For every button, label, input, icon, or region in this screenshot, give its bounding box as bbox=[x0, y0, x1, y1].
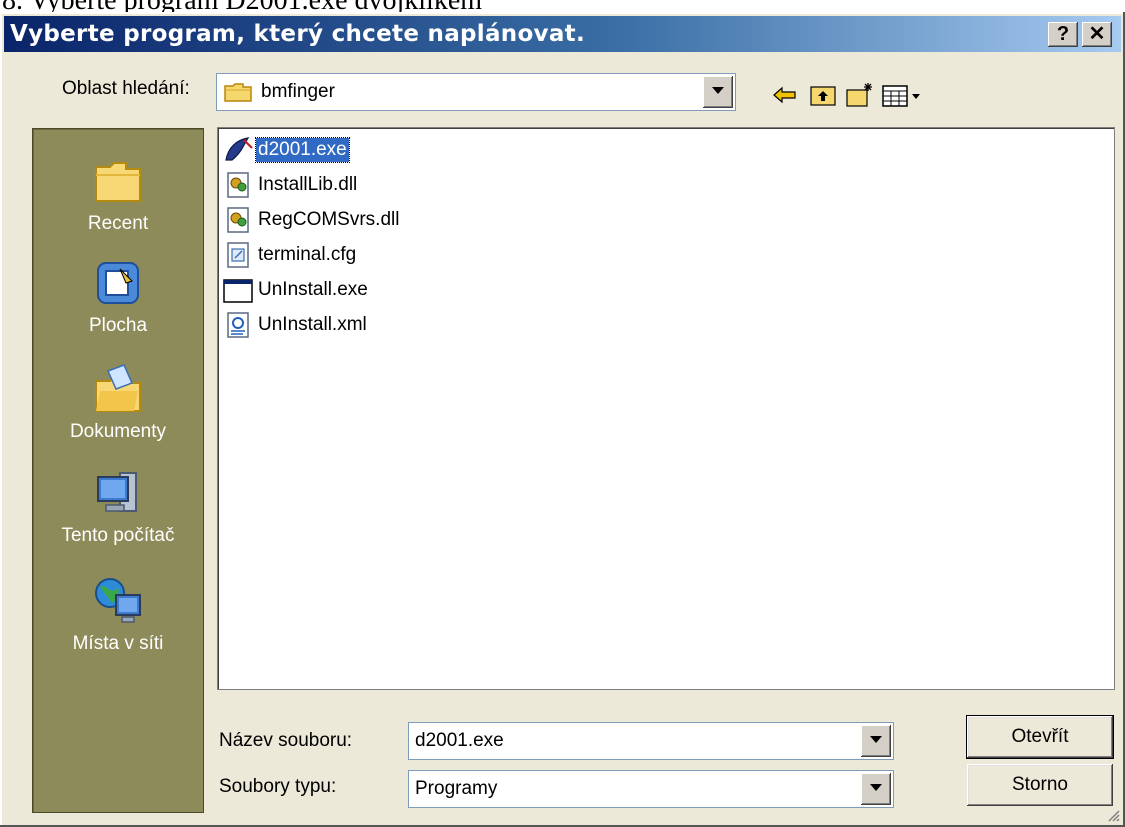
filetype-value: Programy bbox=[415, 778, 498, 799]
place-label: Dokumenty bbox=[69, 421, 167, 442]
place-network[interactable]: Místa v síti bbox=[33, 573, 203, 655]
dll-icon bbox=[227, 207, 249, 233]
new-folder-icon[interactable] bbox=[844, 80, 874, 110]
chevron-down-icon[interactable] bbox=[861, 773, 891, 805]
lookin-label: Oblast hledání: bbox=[62, 78, 190, 99]
file-item-uninstall-exe[interactable]: UnInstall.exe bbox=[222, 275, 370, 305]
place-label: Recent bbox=[87, 213, 149, 234]
place-label: Plocha bbox=[88, 315, 148, 336]
resize-grip-icon[interactable] bbox=[1105, 807, 1121, 823]
computer-icon bbox=[97, 472, 137, 512]
file-item-terminal-cfg[interactable]: terminal.cfg bbox=[222, 240, 358, 270]
network-icon bbox=[95, 578, 141, 623]
chevron-down-icon[interactable] bbox=[703, 76, 733, 108]
lookin-dropdown[interactable]: bmfinger bbox=[216, 73, 736, 111]
filename-label: Název souboru: bbox=[219, 730, 353, 751]
documents-folder-icon bbox=[95, 364, 141, 412]
file-open-dialog: Vyberte program, který chcete naplánovat… bbox=[0, 12, 1125, 827]
xml-file-icon bbox=[227, 312, 249, 338]
place-recent[interactable]: Recent bbox=[33, 153, 203, 235]
filetype-dropdown[interactable]: Programy bbox=[408, 770, 894, 808]
filetype-label: Soubory typu: bbox=[219, 776, 337, 797]
file-item-d2001-exe[interactable]: d2001.exe bbox=[222, 135, 350, 165]
file-item-installlib-dll[interactable]: InstallLib.dll bbox=[222, 170, 359, 200]
lookin-value: bmfinger bbox=[261, 81, 335, 102]
back-icon[interactable] bbox=[770, 80, 800, 110]
place-label: Tento počítač bbox=[61, 525, 175, 546]
cancel-button[interactable]: Storno bbox=[967, 764, 1113, 806]
dialog-title: Vyberte program, který chcete naplánovat… bbox=[10, 21, 586, 47]
file-item-regcomsvrs-dll[interactable]: RegCOMSvrs.dll bbox=[222, 205, 401, 235]
place-label: Místa v síti bbox=[72, 633, 164, 654]
view-menu-icon[interactable] bbox=[880, 80, 924, 110]
recent-folder-icon bbox=[95, 162, 141, 202]
up-folder-icon[interactable] bbox=[808, 80, 838, 110]
close-button[interactable]: ✕ bbox=[1082, 22, 1112, 47]
place-desktop[interactable]: Plocha bbox=[33, 255, 203, 337]
cfg-file-icon bbox=[227, 242, 249, 268]
open-button[interactable]: Otevřít bbox=[966, 715, 1114, 759]
places-bar: Recent Plocha Dokumenty Tento počítač Mí… bbox=[32, 128, 204, 813]
title-bar[interactable]: Vyberte program, který chcete naplánovat… bbox=[4, 16, 1121, 52]
exe-icon bbox=[225, 137, 253, 161]
place-computer[interactable]: Tento počítač bbox=[33, 465, 203, 547]
folder-icon bbox=[224, 83, 252, 102]
dll-icon bbox=[227, 172, 249, 198]
filename-input[interactable]: d2001.exe bbox=[408, 722, 894, 760]
help-button[interactable]: ? bbox=[1048, 22, 1078, 47]
place-documents[interactable]: Dokumenty bbox=[33, 361, 203, 443]
window-exe-icon bbox=[223, 279, 253, 303]
desktop-icon bbox=[97, 262, 139, 304]
file-item-uninstall-xml[interactable]: UnInstall.xml bbox=[222, 310, 369, 340]
chevron-down-icon[interactable] bbox=[861, 725, 891, 757]
filename-value: d2001.exe bbox=[415, 730, 504, 751]
file-list[interactable]: d2001.exe InstallLib.dll RegCOMSvrs.dll bbox=[217, 127, 1115, 690]
